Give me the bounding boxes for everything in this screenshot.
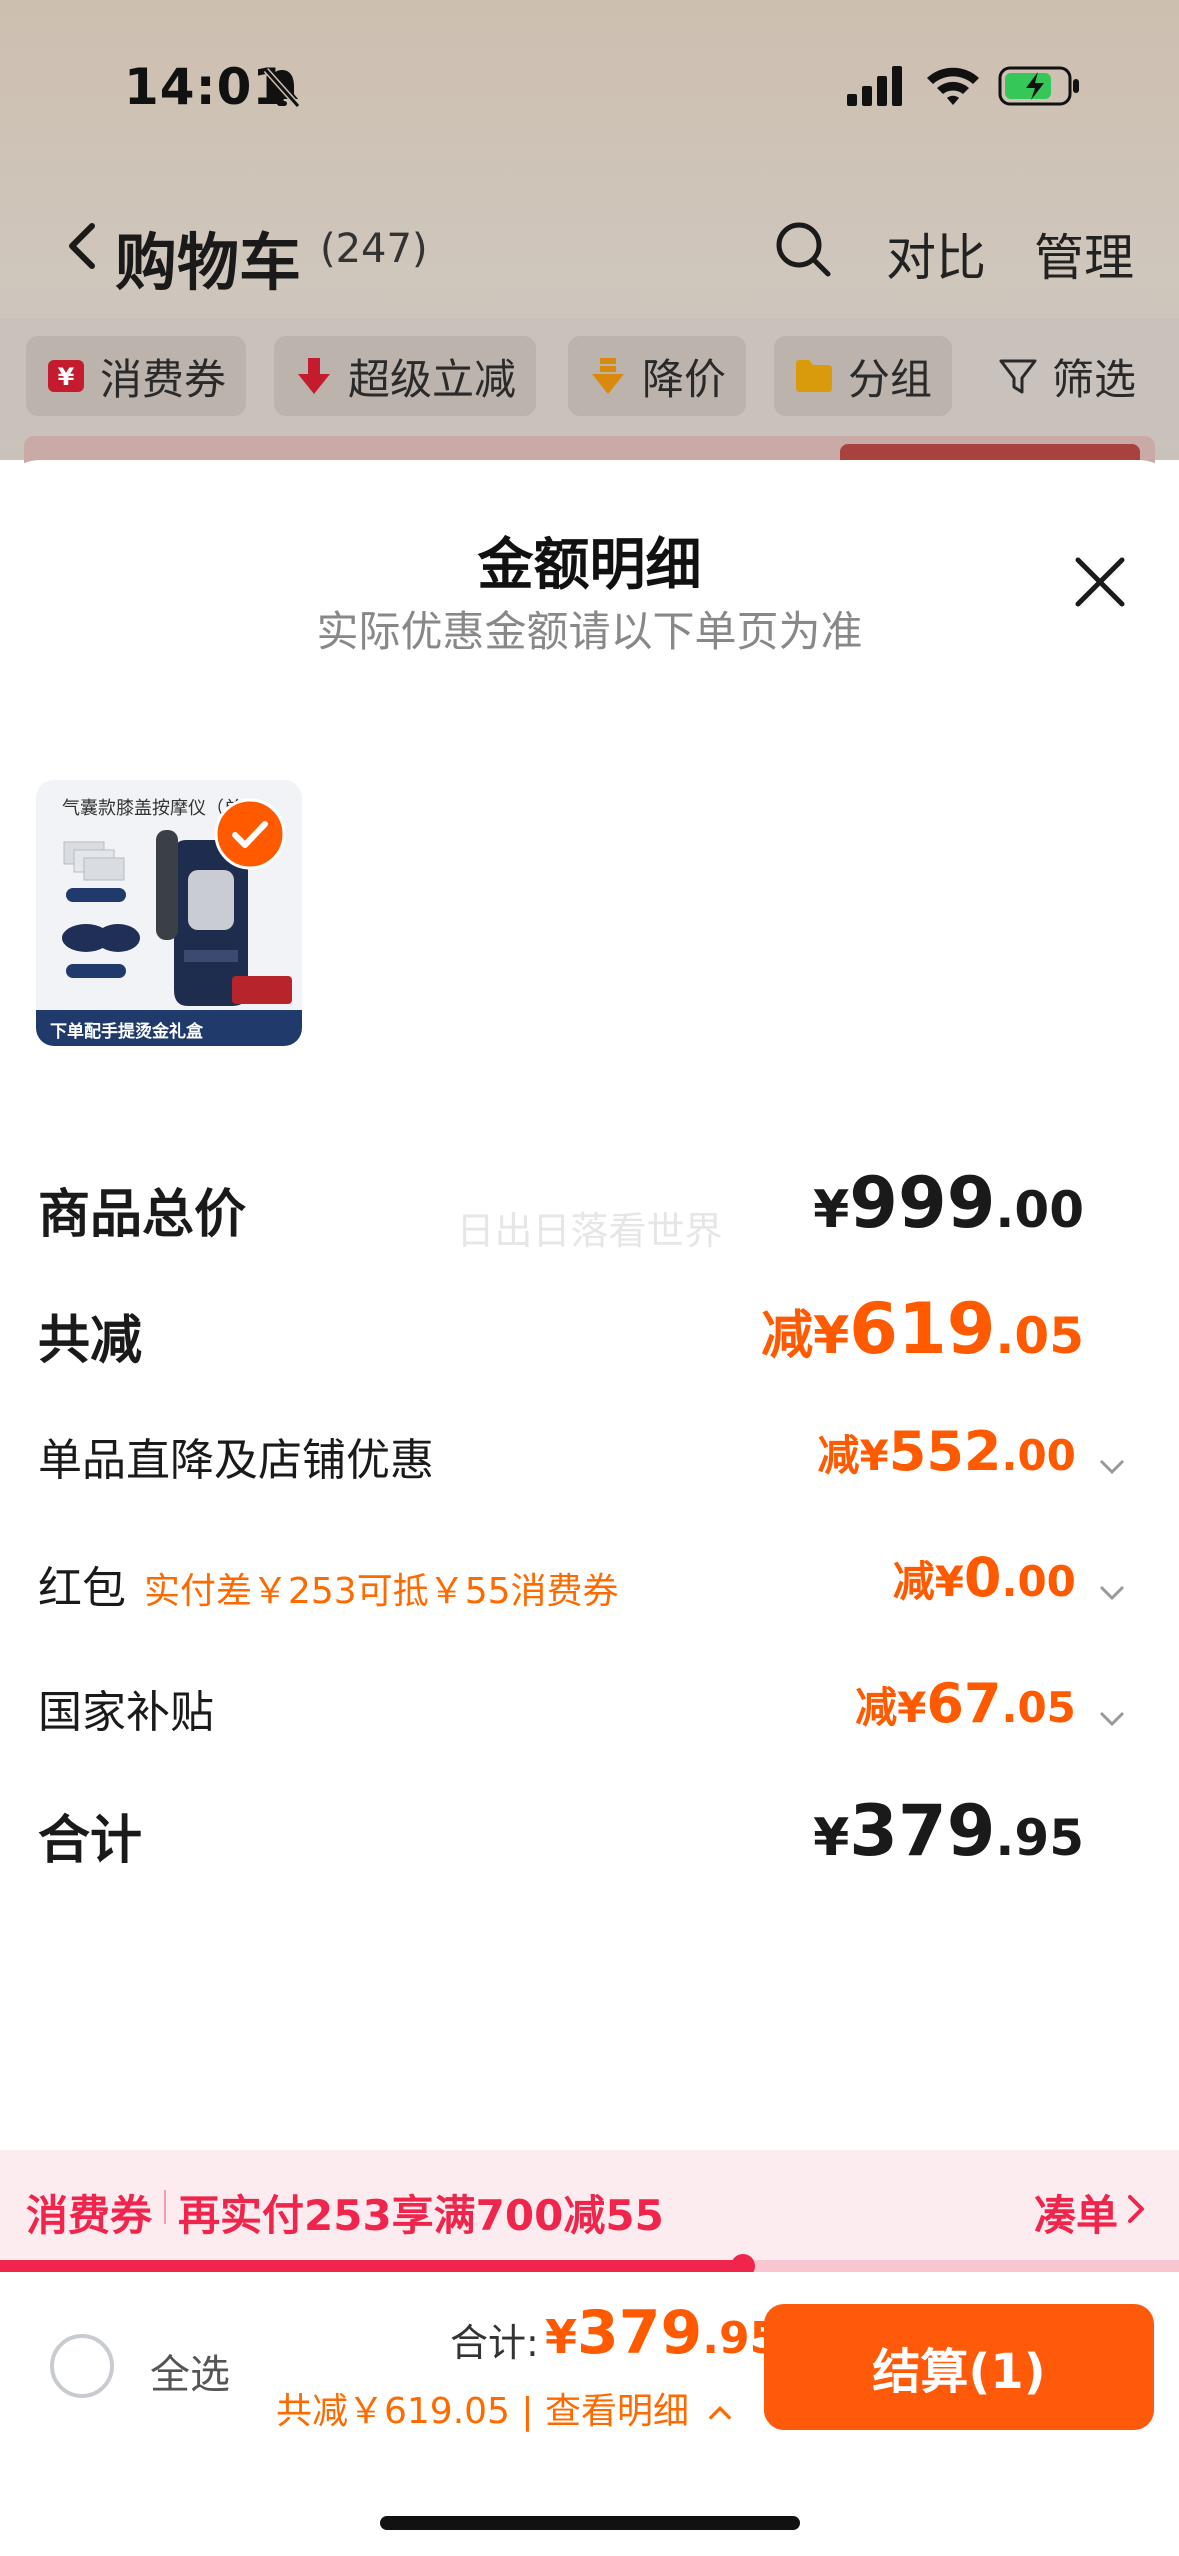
reduce-prefix: 减¥ — [817, 1431, 889, 1480]
wifi-icon — [927, 67, 979, 105]
red-packet-note: 实付差￥253可抵￥55消费券 — [144, 1571, 619, 1612]
total-price-value: ¥999.00 — [813, 1162, 1084, 1244]
filter-chip-label: 分组 — [848, 354, 933, 404]
chevron-down-icon — [1099, 1711, 1125, 1726]
svg-text:¥: ¥ — [58, 363, 75, 391]
amount-integer: 619 — [849, 1288, 996, 1370]
coupon-progress-fill — [0, 2260, 743, 2272]
amount-integer: 0 — [963, 1546, 1002, 1609]
checkout-total-label: 合计: — [450, 2321, 539, 2365]
subsidy-value[interactable]: 减¥67.05 — [855, 1672, 1127, 1735]
amount-decimal: .95 — [995, 1809, 1084, 1867]
checkout-total-value: ¥379.95 — [545, 2298, 780, 2368]
select-all-checkbox[interactable] — [50, 2334, 114, 2398]
amount-decimal: .00 — [1001, 1557, 1076, 1606]
manage-button[interactable]: 管理 — [1034, 218, 1134, 290]
status-bar: 14:01 — [0, 0, 1179, 180]
total-reduce-label: 共减 — [38, 1311, 143, 1371]
add-items-link[interactable]: 凑单 — [1034, 2182, 1118, 2243]
battery-charging-icon — [998, 66, 1079, 106]
filter-chip-label: 降价 — [642, 354, 727, 404]
filter-chip-super-discount[interactable]: 超级立减 — [274, 336, 537, 416]
red-packet-value[interactable]: 减¥0.00 — [893, 1546, 1127, 1609]
filter-chip-label: 超级立减 — [348, 354, 517, 404]
filter-chip-group[interactable]: 分组 — [774, 336, 953, 416]
filter-chip-price-drop[interactable]: 降价 — [568, 336, 747, 416]
filter-funnel-icon — [999, 359, 1037, 394]
filter-chip-label: 消费券 — [100, 354, 227, 404]
coupon-banner-divider — [164, 2190, 166, 2224]
sum-value: ¥379.95 — [813, 1790, 1084, 1872]
total-reduce-value: 减¥619.05 — [761, 1288, 1084, 1370]
cellular-signal-icon — [847, 66, 902, 106]
coupon-icon: ¥ — [48, 360, 84, 392]
currency-symbol: ¥ — [813, 1180, 850, 1240]
filter-chip-filter[interactable]: 筛选 — [978, 336, 1156, 416]
reduce-prefix: 减¥ — [761, 1306, 850, 1366]
price-drop-icon — [592, 358, 624, 394]
amount-decimal: .05 — [995, 1307, 1084, 1365]
amount-integer: 379 — [849, 1790, 996, 1872]
back-arrow-icon[interactable] — [62, 220, 102, 272]
filter-chip-coupon[interactable]: ¥ 消费券 — [26, 336, 247, 416]
coupon-banner-tag: 消费券 — [26, 2191, 153, 2240]
sheet-title: 金额明细 — [477, 533, 702, 598]
bell-muted-icon — [263, 68, 301, 108]
selected-check-icon[interactable] — [214, 798, 286, 870]
down-arrow-icon — [298, 358, 330, 394]
folder-icon — [796, 360, 832, 392]
amount-decimal: .00 — [1001, 1431, 1076, 1480]
coupon-banner-text: 再实付253享满700减55 — [178, 2191, 664, 2240]
chevron-down-icon — [1099, 1585, 1125, 1600]
search-icon[interactable] — [772, 218, 834, 280]
sum-label: 合计 — [38, 1811, 143, 1871]
single-discount-value[interactable]: 减¥552.00 — [818, 1420, 1127, 1483]
filter-chip-label: 筛选 — [1052, 354, 1137, 404]
select-all-label[interactable]: 全选 — [150, 2342, 230, 2400]
view-details-link[interactable]: 共减￥619.05 | 查看明细 — [276, 2382, 734, 2434]
amount-integer: 552 — [888, 1420, 1002, 1483]
close-icon[interactable] — [1070, 552, 1130, 612]
amount-decimal: .00 — [995, 1181, 1084, 1239]
amount-integer: 67 — [926, 1672, 1002, 1735]
amount-decimal: .05 — [1001, 1683, 1076, 1732]
page-title: 购物车 — [115, 226, 302, 299]
total-price-label: 商品总价 — [38, 1185, 247, 1245]
red-packet-label: 红包 实付差￥253可抵￥55消费券 — [38, 1552, 619, 1616]
compare-button[interactable]: 对比 — [886, 218, 986, 290]
sheet-subtitle: 实际优惠金额请以下单页为准 — [316, 607, 863, 656]
discount-summary: 共减￥619.05 | 查看明细 — [276, 2391, 689, 2432]
checkout-button[interactable]: 结算(1) — [764, 2304, 1154, 2430]
amount-integer: 379 — [577, 2298, 703, 2368]
currency-symbol: ¥ — [545, 2310, 578, 2364]
single-discount-label: 单品直降及店铺优惠 — [38, 1435, 434, 1486]
reduce-prefix: 减¥ — [892, 1557, 964, 1606]
amount-integer: 999 — [849, 1162, 996, 1244]
product-thumbnail-footer: 下单配手提烫金礼盒 — [36, 1010, 302, 1046]
reduce-prefix: 减¥ — [855, 1683, 927, 1732]
cart-count: (247) — [320, 226, 428, 272]
red-packet-label-text: 红包 — [38, 1563, 126, 1614]
home-indicator — [380, 2516, 800, 2530]
subsidy-label: 国家补贴 — [38, 1687, 214, 1738]
chevron-right-icon[interactable] — [1124, 2193, 1148, 2225]
currency-symbol: ¥ — [813, 1808, 850, 1868]
chevron-down-icon — [1099, 1459, 1125, 1474]
chevron-up-icon — [709, 2406, 732, 2420]
